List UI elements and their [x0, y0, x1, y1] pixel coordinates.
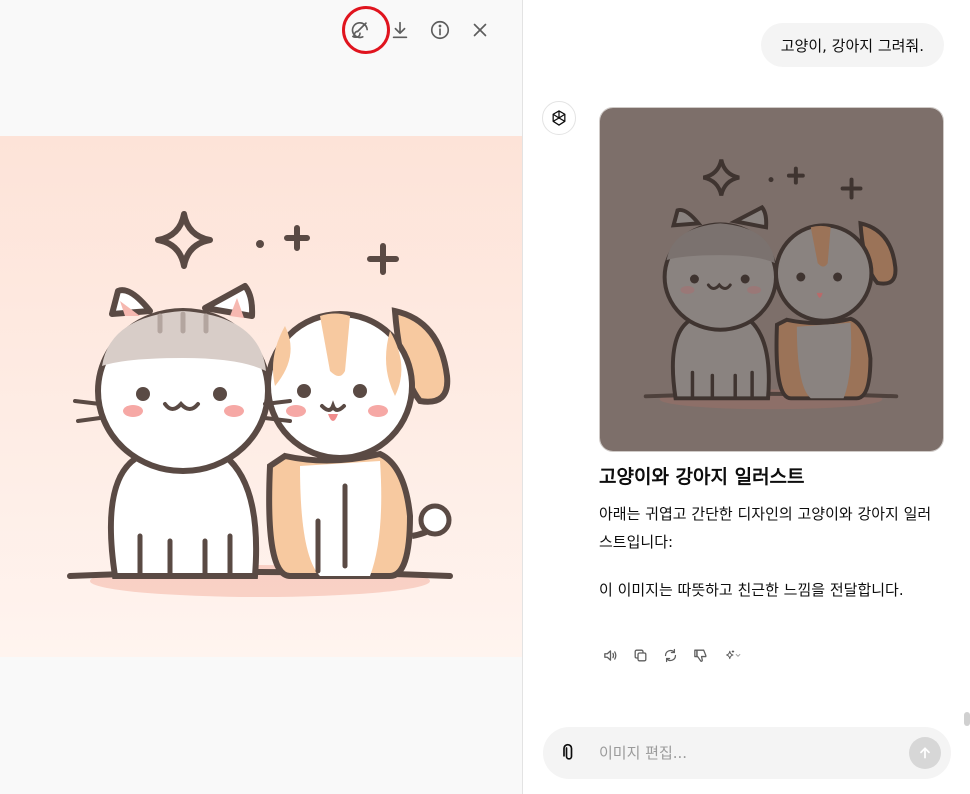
regenerate-icon — [664, 648, 676, 662]
thumbs-down-button[interactable] — [685, 642, 715, 668]
thumbs-down-icon — [693, 649, 706, 662]
regenerate-button[interactable] — [655, 642, 685, 668]
edit-image-button[interactable] — [340, 10, 380, 50]
viewer-toolbar — [340, 10, 500, 50]
arrow-up-icon — [920, 747, 930, 759]
scrollbar-thumb[interactable] — [964, 712, 970, 726]
download-icon — [392, 21, 408, 39]
generated-image-large[interactable] — [0, 136, 522, 657]
image-viewer — [0, 0, 522, 794]
copy-icon — [634, 649, 646, 661]
copy-button[interactable] — [625, 642, 655, 668]
model-switch-button[interactable] — [715, 642, 751, 668]
read-aloud-button[interactable] — [595, 642, 625, 668]
composer — [543, 727, 951, 779]
sparkle-model-icon — [725, 649, 740, 659]
close-button[interactable] — [460, 10, 500, 50]
read-aloud-icon — [603, 649, 616, 661]
user-message: 고양이, 강아지 그려줘. — [760, 23, 944, 67]
attach-button[interactable] — [545, 727, 593, 779]
answer-paragraph-2: 이 이미지는 따뜻하고 친근한 느낌을 전달합니다. — [599, 581, 904, 599]
answer-title: 고양이와 강아지 일러스트 — [599, 466, 805, 488]
chat-pane: 고양이, 강아지 그려줘. 고양이와 강아지 일러스트 아래는 귀엽고 간단한 … — [523, 0, 970, 794]
info-icon — [430, 20, 450, 40]
message-actions — [595, 642, 751, 668]
download-button[interactable] — [380, 10, 420, 50]
answer-paragraph-1: 아래는 귀엽고 간단한 디자인의 고양이와 강아지 일러스트입니다: — [599, 505, 932, 551]
openai-logo-icon — [552, 110, 566, 126]
brush-edit-icon — [351, 21, 368, 39]
generated-image-thumbnail[interactable] — [599, 107, 944, 452]
info-button[interactable] — [420, 10, 460, 50]
assistant-avatar — [542, 101, 576, 135]
send-button[interactable] — [909, 737, 941, 769]
paperclip-icon — [563, 743, 573, 760]
close-icon — [473, 23, 487, 37]
edit-image-input[interactable] — [593, 744, 909, 762]
